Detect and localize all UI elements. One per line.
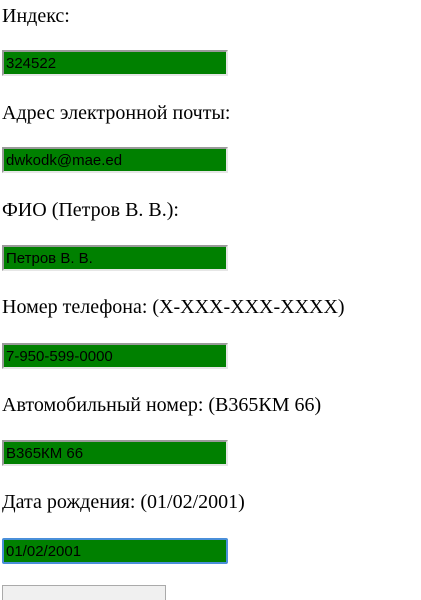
postal-code-input[interactable]: [2, 50, 228, 76]
phone-input[interactable]: [2, 343, 228, 369]
email-label: Адрес электронной почты:: [2, 102, 231, 124]
birth-date-input[interactable]: [2, 538, 228, 564]
full-name-label: ФИО (Петров В. В.):: [2, 199, 179, 221]
email-input[interactable]: [2, 147, 228, 173]
postal-code-label: Индекс:: [2, 5, 70, 27]
submit-button[interactable]: [2, 585, 166, 600]
full-name-input[interactable]: [2, 245, 228, 271]
car-plate-input[interactable]: [2, 440, 228, 466]
birth-date-label: Дата рождения: (01/02/2001): [2, 491, 245, 513]
phone-label: Номер телефона: (X-XXX-XXX-XXXX): [2, 296, 345, 318]
car-plate-label: Автомобильный номер: (В365КМ 66): [2, 394, 322, 416]
